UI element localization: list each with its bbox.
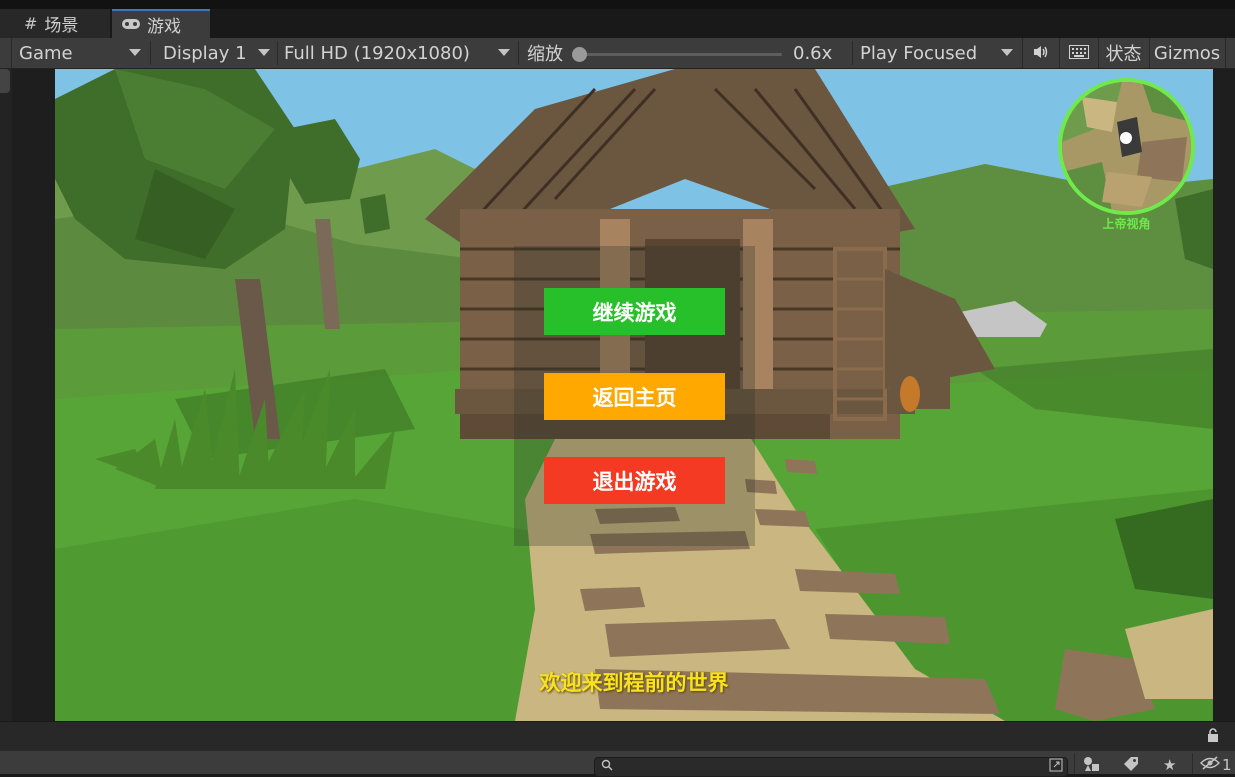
toolbar-divider — [1192, 753, 1193, 774]
gizmos-button[interactable]: Gizmos — [1149, 38, 1224, 68]
keyboard-shortcuts-button[interactable] — [1059, 38, 1097, 68]
minimap-view — [1062, 82, 1191, 211]
tab-scene-label: 场景 — [44, 16, 79, 36]
game-view-letterbox-left — [12, 69, 55, 721]
stats-label: 状态 — [1105, 44, 1142, 65]
speaker-icon — [1033, 43, 1049, 64]
lock-icon[interactable] — [1207, 728, 1219, 746]
hidden-count: 1 — [1222, 756, 1232, 774]
resolution-select[interactable]: Full HD (1920x1080) — [284, 38, 516, 68]
tab-bar-top-line — [0, 0, 1235, 9]
bottom-panel-header — [0, 721, 1235, 751]
editor-tab-bar: # 场景 游戏 — [0, 0, 1235, 38]
toolbar-divider — [277, 41, 278, 65]
scale-slider-handle[interactable] — [572, 47, 587, 62]
left-edge-handle — [0, 38, 12, 68]
left-panel-edge — [0, 69, 12, 721]
play-mode-label: Play Focused — [860, 42, 978, 64]
chevron-down-icon — [129, 49, 141, 56]
scale-value-text: 0.6x — [793, 42, 833, 64]
keyboard-icon — [1068, 43, 1089, 64]
chevron-down-icon — [258, 49, 270, 56]
scale-label: 缩放 — [527, 38, 567, 68]
game-view-select-label: Game — [19, 42, 73, 64]
chevron-down-icon — [498, 49, 510, 56]
return-home-button[interactable]: 返回主页 — [544, 373, 725, 420]
search-input[interactable] — [594, 757, 1068, 777]
eye-slash-icon — [1200, 756, 1220, 774]
play-mode-select[interactable]: Play Focused — [860, 38, 1018, 68]
resolution-select-label: Full HD (1920x1080) — [284, 42, 470, 64]
tab-game[interactable]: 游戏 — [112, 9, 210, 38]
toolbar-divider — [852, 41, 853, 65]
welcome-text: 欢迎来到程前的世界 — [539, 671, 729, 695]
toolbar-divider — [1074, 753, 1075, 774]
game-view-viewport[interactable]: 继续游戏 返回主页 退出游戏 欢迎来到程前的世界 上帝视角 — [55, 69, 1213, 721]
continue-game-button[interactable]: 继续游戏 — [544, 288, 725, 335]
panel-resize-handle[interactable] — [0, 69, 10, 93]
scale-label-text: 缩放 — [527, 44, 563, 65]
toolbar-divider — [150, 41, 151, 65]
scale-slider-track[interactable] — [580, 53, 782, 56]
tab-game-label: 游戏 — [147, 17, 181, 37]
scale-value: 0.6x — [793, 38, 843, 68]
star-favorites-icon[interactable]: ★ — [1163, 756, 1176, 774]
mute-audio-button[interactable] — [1022, 38, 1058, 68]
gizmos-dropdown[interactable] — [1225, 38, 1235, 68]
filter-by-type-icon[interactable] — [1083, 756, 1101, 774]
game-view-letterbox-right — [1213, 69, 1235, 721]
toolbar-divider — [518, 41, 519, 65]
hash-icon: # — [24, 14, 38, 33]
label-tag-icon[interactable] — [1123, 756, 1139, 774]
minimap[interactable] — [1058, 78, 1195, 215]
hidden-packages-toggle[interactable]: 1 — [1200, 756, 1232, 774]
search-icon — [601, 759, 613, 775]
tab-scene[interactable]: # 场景 — [0, 9, 110, 38]
open-search-window-icon[interactable] — [1049, 758, 1063, 776]
stats-button[interactable]: 状态 — [1098, 38, 1148, 68]
quit-game-button[interactable]: 退出游戏 — [544, 457, 725, 504]
gizmos-label: Gizmos — [1153, 42, 1221, 64]
chevron-down-icon — [1001, 49, 1013, 56]
gamepad-icon — [122, 15, 140, 34]
display-select-label: Display 1 — [163, 42, 247, 64]
minimap-label: 上帝视角 — [1102, 217, 1151, 231]
